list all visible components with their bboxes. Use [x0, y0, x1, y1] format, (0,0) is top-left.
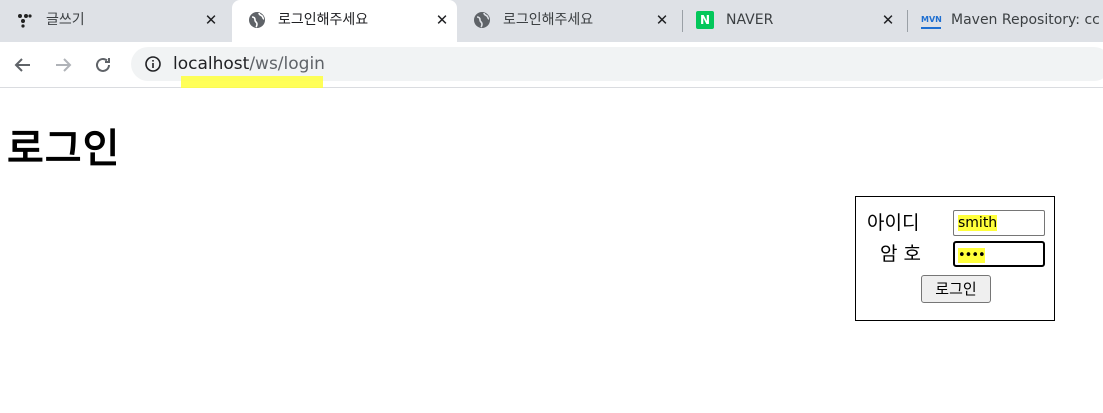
id-input[interactable]: smith	[953, 210, 1045, 236]
tab-title: 로그인해주세요	[503, 12, 594, 28]
globe-icon	[473, 11, 491, 29]
back-arrow-icon	[14, 58, 30, 72]
login-button[interactable]: 로그인	[921, 275, 991, 303]
tab-title: 로그인해주세요	[278, 12, 369, 28]
tab-strip: 글쓰기 ✕ 로그인해주세요 ✕ 로그인해주세요 ✕ N NAVER ✕ MVN …	[0, 0, 1103, 42]
password-value: ••••	[958, 248, 986, 263]
close-icon[interactable]: ✕	[202, 11, 220, 29]
back-button[interactable]	[9, 51, 37, 79]
url-highlight	[181, 76, 323, 88]
page-title: 로그인	[7, 126, 121, 172]
login-form: 아이디 smith 암 호 •••• 로그인	[855, 196, 1055, 321]
close-icon[interactable]: ✕	[879, 11, 897, 29]
tab-naver[interactable]: N NAVER ✕	[682, 0, 907, 42]
id-value: smith	[958, 215, 998, 231]
tab-login-active[interactable]: 로그인해주세요 ✕	[232, 0, 457, 42]
forward-arrow-icon	[56, 58, 72, 72]
tab-title: 글쓰기	[46, 12, 85, 28]
tab-write[interactable]: 글쓰기 ✕	[0, 0, 232, 42]
password-label: 암 호	[880, 243, 921, 265]
dots-icon	[16, 11, 34, 29]
tab-maven[interactable]: MVN Maven Repository: cc	[907, 0, 1103, 42]
password-input[interactable]: ••••	[953, 241, 1045, 267]
info-icon[interactable]	[145, 56, 161, 72]
naver-icon: N	[696, 11, 714, 29]
url-host: localhost	[173, 54, 250, 74]
browser-toolbar: localhost/ws/login	[0, 42, 1103, 88]
globe-icon	[248, 11, 266, 29]
url-path: /ws/login	[249, 54, 325, 74]
reload-button[interactable]	[89, 51, 117, 79]
id-label: 아이디	[867, 212, 920, 234]
mvn-icon: MVN	[921, 11, 942, 29]
close-icon[interactable]: ✕	[653, 11, 671, 29]
tab-title: NAVER	[726, 12, 774, 28]
tab-title: Maven Repository: cc	[951, 12, 1100, 28]
reload-icon	[96, 57, 110, 72]
tab-login[interactable]: 로그인해주세요 ✕	[457, 0, 682, 42]
close-icon[interactable]: ✕	[433, 11, 451, 29]
forward-button[interactable]	[49, 51, 77, 79]
